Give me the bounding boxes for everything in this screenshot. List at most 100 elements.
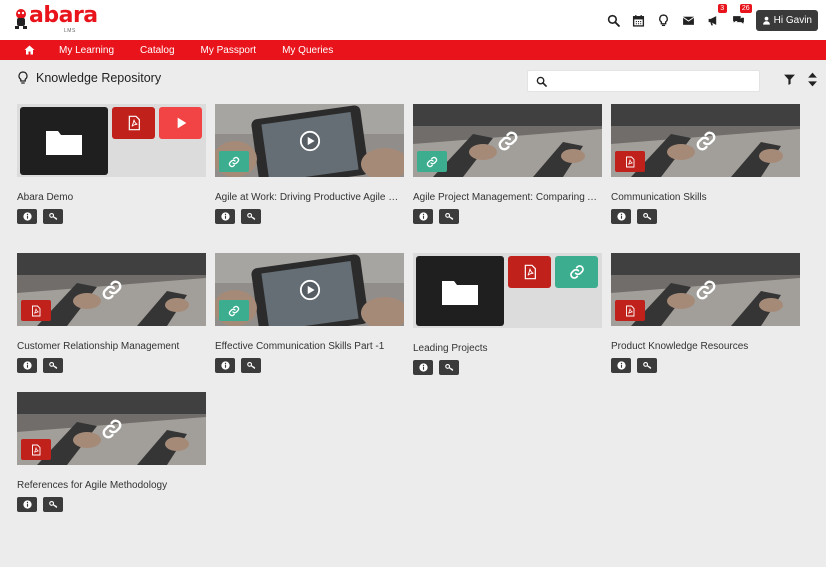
pdf-icon <box>508 256 551 288</box>
content-card: Effective Communication Skills Part -1 <box>215 253 404 373</box>
access-key-button[interactable] <box>43 358 63 373</box>
user-menu-button[interactable]: Hi Gavin <box>755 9 818 31</box>
link-icon <box>695 130 717 152</box>
abara-logo[interactable]: abara LMS <box>12 3 98 34</box>
info-icon <box>617 361 626 370</box>
card-title[interactable]: Agile Project Management: Comparing Ag..… <box>413 192 602 203</box>
info-button[interactable] <box>215 209 235 224</box>
sort-icon[interactable] <box>807 72 818 87</box>
play-icon <box>159 107 202 139</box>
access-key-button[interactable] <box>241 209 261 224</box>
nav-my-queries[interactable]: My Queries <box>282 45 333 56</box>
card-title[interactable]: Leading Projects <box>413 343 602 354</box>
lightbulb-icon <box>18 71 28 84</box>
video-thumbnail[interactable] <box>215 253 404 326</box>
lightbulb-icon[interactable] <box>653 9 675 31</box>
user-icon <box>762 16 770 25</box>
link-icon <box>101 418 123 440</box>
access-key-button[interactable] <box>637 358 657 373</box>
top-header: abara LMS 3 26 Hi Gavin <box>0 0 826 40</box>
brand-sub: LMS <box>64 28 76 34</box>
link-icon <box>101 279 123 301</box>
main-nav: My Learning Catalog My Passport My Queri… <box>0 40 826 60</box>
pdf-icon <box>615 151 645 172</box>
pdf-icon <box>112 107 155 139</box>
user-greeting: Hi Gavin <box>773 14 812 26</box>
calendar-icon[interactable] <box>628 9 650 31</box>
info-button[interactable] <box>413 360 433 375</box>
link-thumbnail[interactable] <box>611 253 800 326</box>
key-icon <box>247 212 256 221</box>
info-button[interactable] <box>611 209 631 224</box>
content-card: Leading Projects <box>413 253 602 375</box>
content-card: Customer Relationship Management <box>17 253 206 373</box>
link-thumbnail[interactable] <box>611 104 800 177</box>
link-icon <box>219 151 249 172</box>
page-title-text: Knowledge Repository <box>36 71 162 85</box>
search-icon[interactable] <box>603 9 625 31</box>
content-card: Agile Project Management: Comparing Ag..… <box>413 104 602 224</box>
nav-my-learning[interactable]: My Learning <box>59 45 114 56</box>
key-icon <box>49 212 58 221</box>
mail-icon[interactable] <box>678 9 700 31</box>
announcements-icon[interactable]: 3 <box>703 4 727 31</box>
access-key-button[interactable] <box>439 209 459 224</box>
pdf-icon <box>615 300 645 321</box>
key-icon <box>445 212 454 221</box>
play-icon <box>299 279 321 301</box>
access-key-button[interactable] <box>241 358 261 373</box>
info-button[interactable] <box>17 497 37 512</box>
link-icon <box>417 151 447 172</box>
content-card: Product Knowledge Resources <box>611 253 800 373</box>
info-icon <box>419 363 428 372</box>
card-title[interactable]: Abara Demo <box>17 192 206 203</box>
folder-thumbnail[interactable] <box>413 253 602 328</box>
link-icon <box>555 256 598 288</box>
chat-icon[interactable]: 26 <box>728 4 752 31</box>
info-icon <box>221 361 230 370</box>
access-key-button[interactable] <box>637 209 657 224</box>
content-card: Agile at Work: Driving Productive Agile … <box>215 104 404 224</box>
link-icon <box>219 300 249 321</box>
card-title[interactable]: Communication Skills <box>611 192 800 203</box>
info-button[interactable] <box>17 358 37 373</box>
link-thumbnail[interactable] <box>17 253 206 326</box>
info-button[interactable] <box>611 358 631 373</box>
info-icon <box>23 361 32 370</box>
access-key-button[interactable] <box>439 360 459 375</box>
info-icon <box>23 212 32 221</box>
notifications-badge: 3 <box>717 4 727 13</box>
key-icon <box>49 361 58 370</box>
search-box <box>527 70 760 92</box>
access-key-button[interactable] <box>43 497 63 512</box>
pdf-icon <box>21 300 51 321</box>
access-key-button[interactable] <box>43 209 63 224</box>
card-title[interactable]: Effective Communication Skills Part -1 <box>215 341 404 352</box>
pdf-icon <box>21 439 51 460</box>
filter-icon[interactable] <box>783 73 796 86</box>
folder-thumbnail[interactable] <box>17 104 206 177</box>
video-thumbnail[interactable] <box>215 104 404 177</box>
nav-catalog[interactable]: Catalog <box>140 45 174 56</box>
search-input[interactable] <box>552 73 752 89</box>
info-button[interactable] <box>17 209 37 224</box>
content-card: References for Agile Methodology <box>17 392 206 512</box>
play-icon <box>299 130 321 152</box>
card-title[interactable]: Product Knowledge Resources <box>611 341 800 352</box>
key-icon <box>247 361 256 370</box>
nav-my-passport[interactable]: My Passport <box>201 45 257 56</box>
card-title[interactable]: References for Agile Methodology <box>17 480 206 491</box>
link-thumbnail[interactable] <box>413 104 602 177</box>
key-icon <box>643 212 652 221</box>
content-card: Communication Skills <box>611 104 800 224</box>
search-icon <box>536 76 547 87</box>
card-title[interactable]: Customer Relationship Management <box>17 341 206 352</box>
card-title[interactable]: Agile at Work: Driving Productive Agile … <box>215 192 404 203</box>
info-icon <box>419 212 428 221</box>
home-icon[interactable] <box>21 43 37 57</box>
info-button[interactable] <box>413 209 433 224</box>
brand-name: abara <box>29 3 98 28</box>
page-title: Knowledge Repository <box>17 70 161 86</box>
info-button[interactable] <box>215 358 235 373</box>
link-thumbnail[interactable] <box>17 392 206 465</box>
